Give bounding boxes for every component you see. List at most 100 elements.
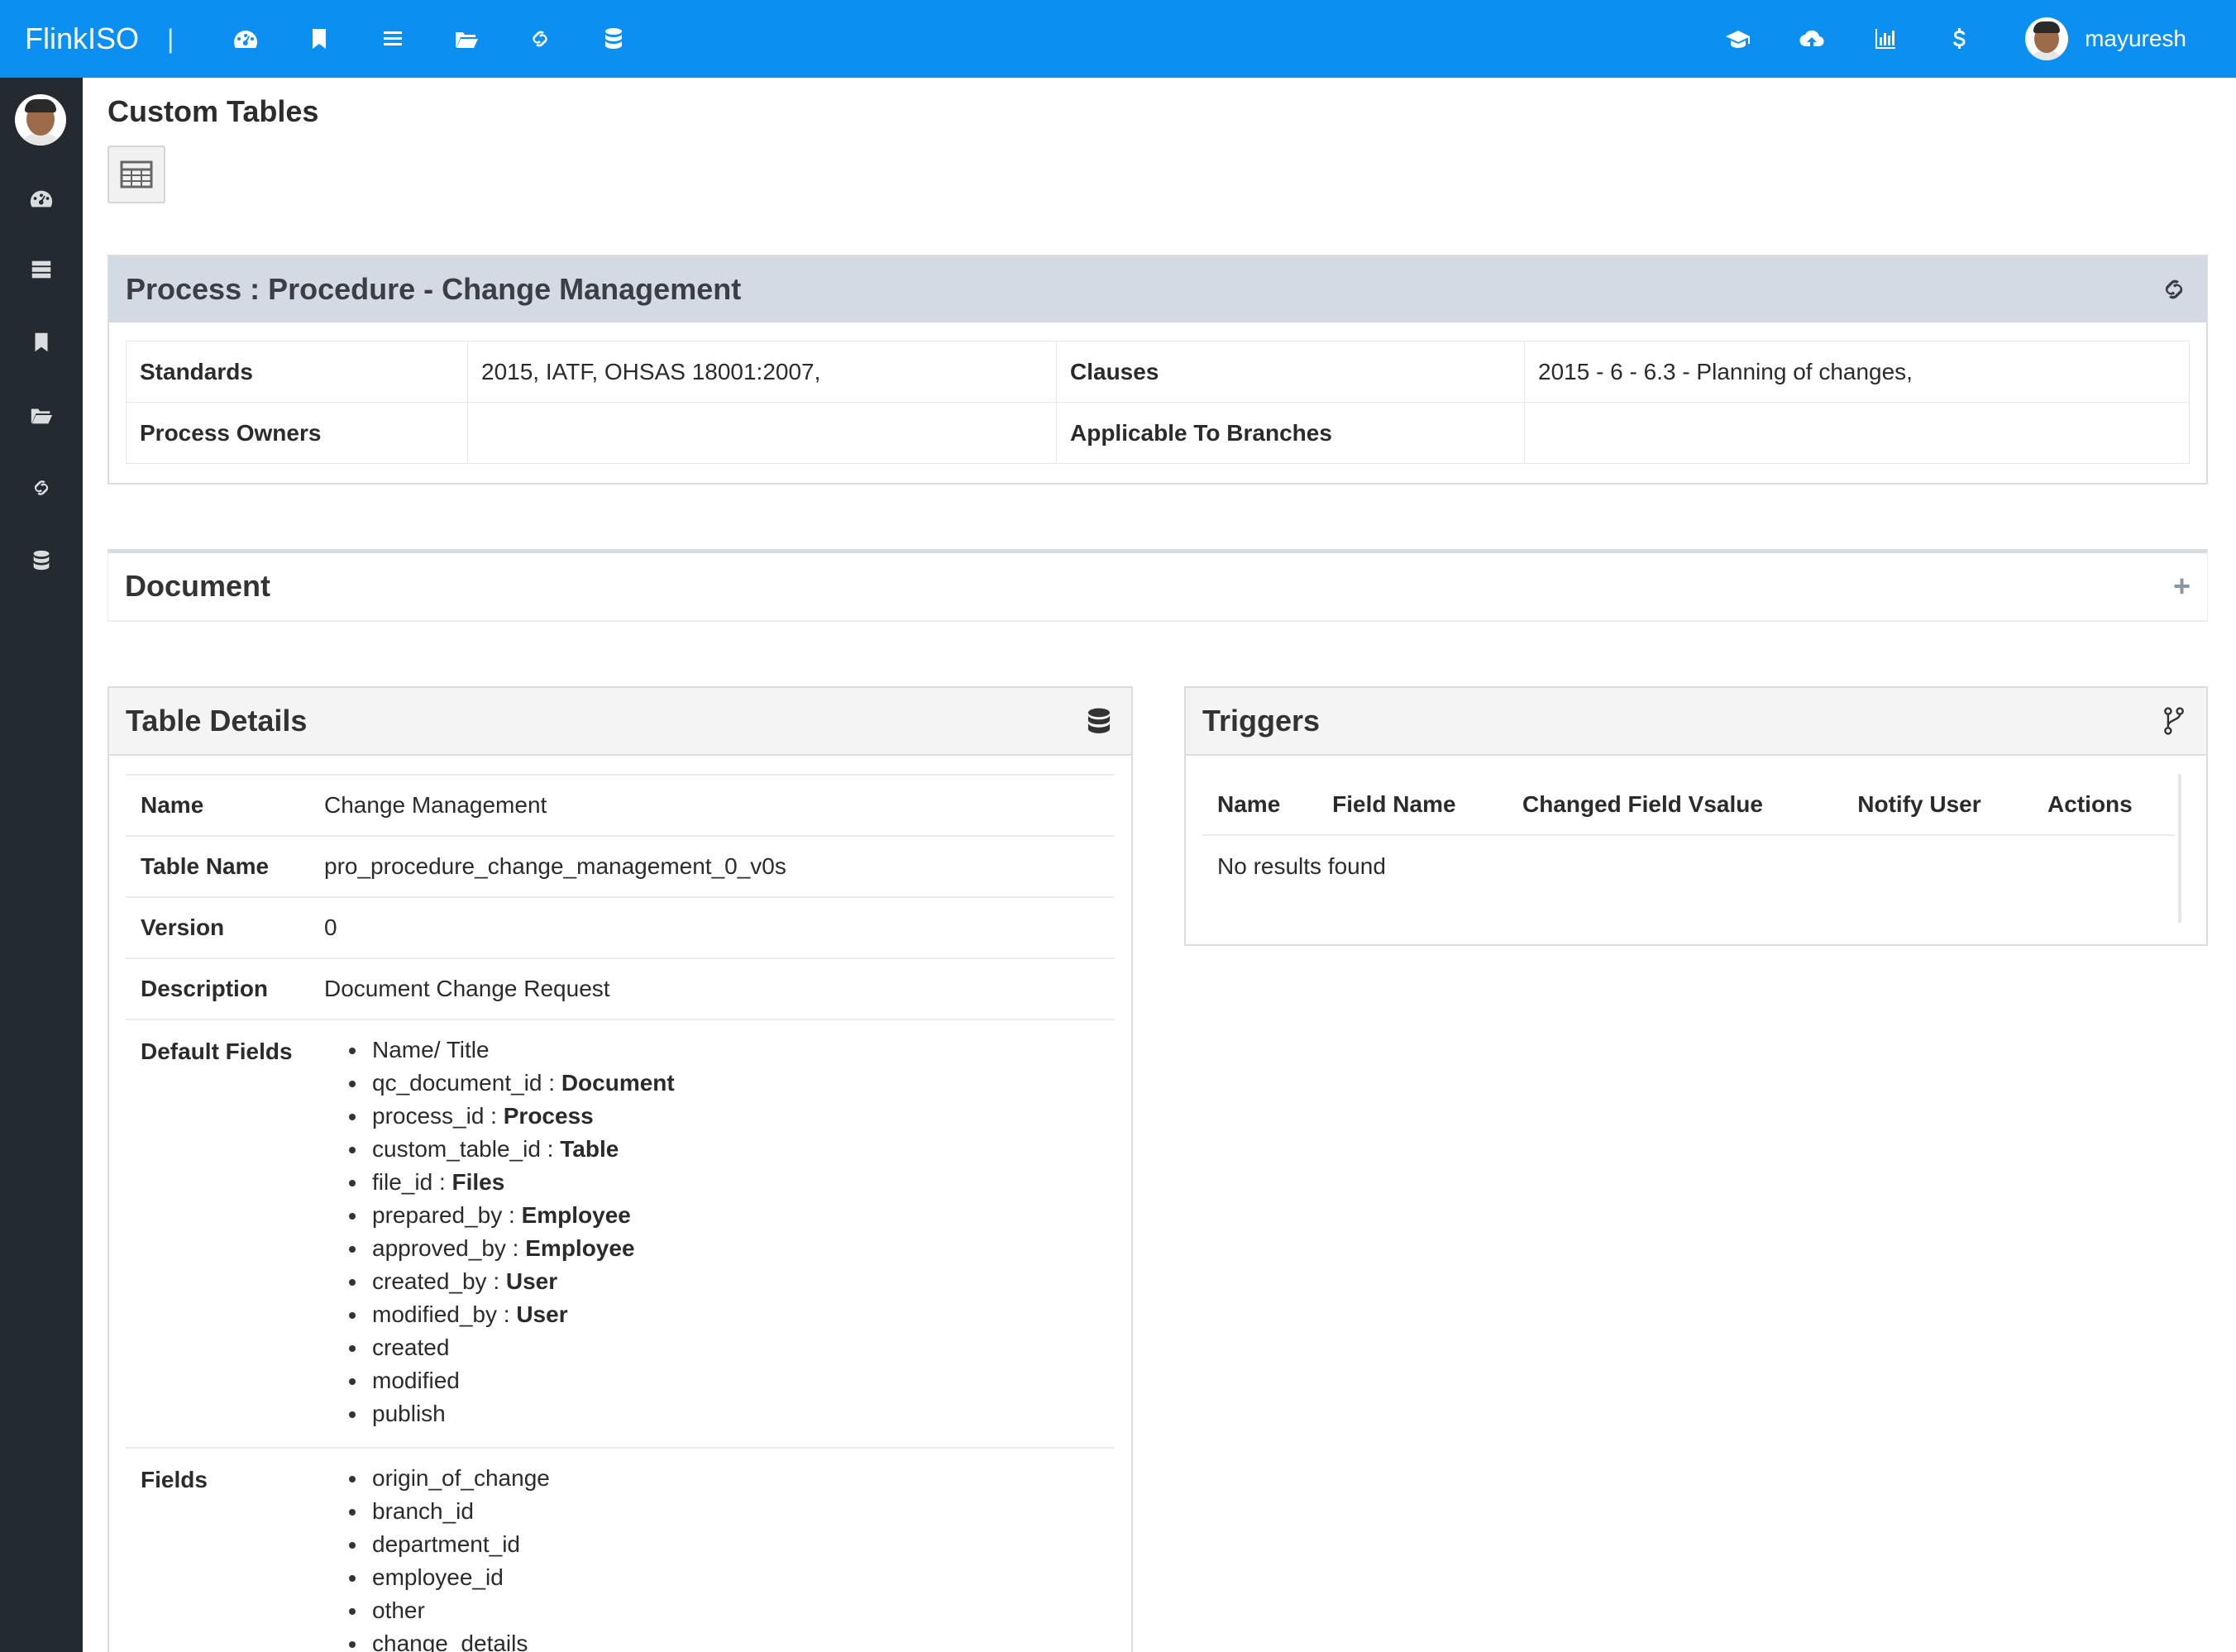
table-details-header: Table Details — [109, 688, 1131, 756]
list-item: created — [349, 1331, 1115, 1364]
list-item: custom_table_id : Table — [349, 1133, 1115, 1166]
dashboard-icon[interactable] — [25, 182, 58, 215]
triggers-title: Triggers — [1202, 704, 1321, 738]
table-row: Fields origin_of_change branch_id depart… — [126, 1447, 1115, 1652]
list-item: prepared_by : Employee — [349, 1199, 1115, 1232]
fields-list: origin_of_change branch_id department_id… — [324, 1462, 1115, 1652]
table-row: Name Change Management — [126, 774, 1115, 835]
page-title: Custom Tables — [108, 94, 319, 128]
column-header[interactable]: Field Name — [1317, 774, 1507, 836]
top-nav-icons — [208, 0, 650, 78]
clauses-label: Clauses — [1056, 341, 1525, 403]
top-right-menu: mayuresh — [1701, 0, 2236, 78]
name-value: Change Management — [324, 792, 547, 818]
link-icon[interactable] — [503, 0, 576, 78]
bar-chart-icon[interactable] — [1848, 0, 1922, 78]
document-panel: Document + — [108, 549, 2208, 622]
expand-plus-icon[interactable]: + — [2173, 569, 2191, 604]
document-panel-header[interactable]: Document + — [108, 553, 2207, 619]
process-panel-header: Process : Procedure - Change Management — [109, 256, 2206, 322]
table-row: Table Name pro_procedure_change_manageme… — [126, 835, 1115, 896]
list-item: modified_by : User — [349, 1298, 1115, 1331]
username: mayuresh — [2085, 26, 2186, 51]
column-header[interactable]: Name — [1202, 774, 1318, 836]
list-item: approved_by : Employee — [349, 1232, 1115, 1265]
table-header-row: Name Field Name Changed Field Vsalue Not… — [1202, 774, 2175, 836]
table-row: Process Owners Applicable To Branches — [126, 402, 2190, 464]
default-fields-label: Default Fields — [141, 1038, 293, 1064]
list-item: modified — [349, 1364, 1115, 1397]
column-header[interactable]: Actions — [2033, 774, 2175, 836]
table-row: No results found — [1202, 835, 2175, 896]
bookmark-icon[interactable] — [282, 0, 356, 78]
list-icon[interactable] — [356, 0, 429, 78]
table-details-panel: Table Details Name Change Management Tab… — [108, 686, 1133, 1652]
brand-separator: | — [167, 23, 174, 54]
top-navbar: FlinkISO | mayuresh — [0, 0, 2236, 78]
database-icon[interactable] — [25, 544, 58, 577]
sidebar-avatar[interactable] — [15, 94, 66, 146]
sidebar — [0, 78, 83, 1652]
fields-label: Fields — [141, 1467, 208, 1492]
database-icon[interactable] — [576, 0, 650, 78]
clauses-value: 2015 - 6 - 6.3 - Planning of changes, — [1524, 341, 2190, 403]
list-item: created_by : User — [349, 1265, 1115, 1298]
table-name-value: pro_procedure_change_management_0_v0s — [324, 853, 786, 879]
applicable-branches-label: Applicable To Branches — [1056, 402, 1525, 464]
folder-open-icon[interactable] — [25, 399, 58, 432]
name-label: Name — [141, 792, 204, 818]
list-item: process_id : Process — [349, 1100, 1115, 1133]
list-item: employee_id — [349, 1561, 1115, 1594]
table-row: Version 0 — [126, 896, 1115, 957]
link-icon[interactable] — [2158, 274, 2190, 305]
list-item: publish — [349, 1397, 1115, 1430]
list-item: other — [349, 1594, 1115, 1627]
process-panel: Process : Procedure - Change Management … — [108, 255, 2208, 485]
standards-value: 2015, IATF, OHSAS 18001:2007, — [467, 341, 1057, 403]
table-row: Default Fields Name/ Title qc_document_i… — [126, 1019, 1115, 1447]
version-label: Version — [141, 914, 225, 940]
scrollbar[interactable] — [2178, 774, 2181, 923]
triggers-header: Triggers — [1186, 688, 2206, 756]
server-icon[interactable] — [25, 253, 58, 286]
empty-message: No results found — [1217, 852, 1386, 879]
column-header[interactable]: Changed Field Vsalue — [1507, 774, 1843, 836]
standards-label: Standards — [126, 341, 468, 403]
table-details-title: Table Details — [126, 704, 308, 738]
process-owners-label: Process Owners — [126, 402, 468, 464]
default-fields-list: Name/ Title qc_document_id : Document pr… — [324, 1034, 1115, 1430]
triggers-panel: Triggers Name Field Name Changed Field V… — [1184, 686, 2208, 946]
table-name-label: Table Name — [141, 853, 270, 879]
process-title: Process : Procedure - Change Management — [126, 272, 742, 306]
dashboard-icon[interactable] — [208, 0, 282, 78]
column-header[interactable]: Notify User — [1842, 774, 2033, 836]
cloud-upload-icon[interactable] — [1775, 0, 1848, 78]
link-icon[interactable] — [25, 471, 58, 504]
table-row: Standards 2015, IATF, OHSAS 18001:2007, … — [126, 341, 2190, 403]
list-item: qc_document_id : Document — [349, 1067, 1115, 1100]
list-item: origin_of_change — [349, 1462, 1115, 1495]
process-info-table: Standards 2015, IATF, OHSAS 18001:2007, … — [126, 341, 2190, 464]
list-item: branch_id — [349, 1495, 1115, 1528]
list-item: change_details — [349, 1627, 1115, 1652]
table-view-button[interactable] — [108, 146, 165, 203]
database-icon — [1087, 708, 1111, 733]
bookmark-icon[interactable] — [25, 326, 58, 359]
list-item: department_id — [349, 1528, 1115, 1561]
process-owners-value — [467, 402, 1057, 464]
applicable-branches-value — [1524, 402, 2190, 464]
table-icon — [120, 160, 153, 189]
user-menu[interactable]: mayuresh — [2025, 17, 2186, 60]
user-avatar — [2025, 17, 2069, 60]
list-item: Name/ Title — [349, 1034, 1115, 1067]
version-value: 0 — [324, 914, 337, 940]
code-fork-icon — [2164, 707, 2184, 735]
description-label: Description — [141, 976, 269, 1001]
graduation-cap-icon[interactable] — [1701, 0, 1775, 78]
list-item: file_id : Files — [349, 1166, 1115, 1199]
dollar-icon[interactable] — [1922, 0, 1995, 78]
brand-logo[interactable]: FlinkISO — [0, 21, 147, 56]
folder-open-icon[interactable] — [429, 0, 503, 78]
triggers-table: Name Field Name Changed Field Vsalue Not… — [1202, 774, 2175, 896]
table-row: Description Document Change Request — [126, 957, 1115, 1019]
